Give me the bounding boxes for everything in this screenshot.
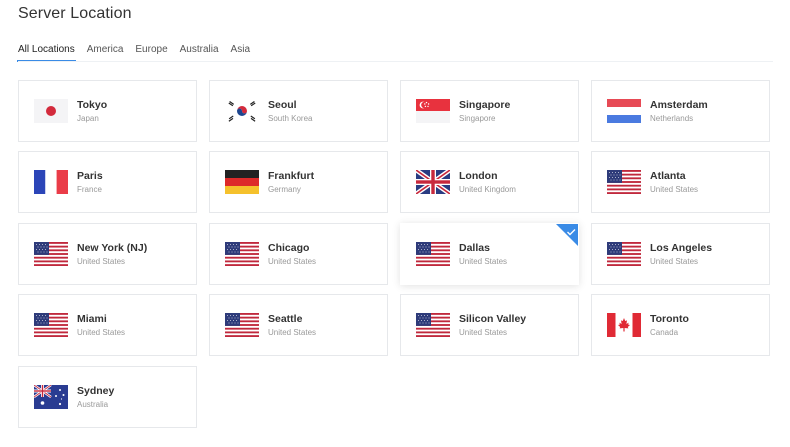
location-country: Singapore	[459, 114, 496, 123]
location-city: Amsterdam	[650, 99, 708, 111]
location-card-amsterdam[interactable]: Amsterdam Netherlands	[591, 80, 770, 142]
location-card-los-angeles[interactable]: Los Angeles United States	[591, 223, 770, 285]
location-card-dallas[interactable]: Dallas United States	[400, 223, 579, 285]
page-title: Server Location	[18, 5, 132, 22]
location-country: United States	[650, 185, 699, 194]
uk-flag-icon	[416, 170, 450, 194]
france-flag-icon	[34, 170, 68, 194]
usa-flag-icon	[416, 313, 450, 337]
location-country: United States	[268, 328, 317, 337]
location-card-paris[interactable]: Paris France	[18, 151, 197, 213]
location-city: New York (NJ)	[77, 242, 148, 254]
location-card-frankfurt[interactable]: Frankfurt Germany	[209, 151, 388, 213]
usa-flag-icon	[225, 242, 259, 266]
location-tabs: All Locations America Europe Australia A…	[17, 40, 262, 62]
location-country: Australia	[77, 400, 109, 409]
location-country: Canada	[650, 328, 679, 337]
tab-all-locations[interactable]: All Locations	[17, 40, 76, 62]
location-city: Atlanta	[650, 170, 686, 182]
location-country: France	[77, 185, 102, 194]
location-city: Silicon Valley	[459, 313, 527, 325]
location-card-seoul[interactable]: Seoul South Korea	[209, 80, 388, 142]
singapore-flag-icon	[416, 99, 450, 123]
location-card-toronto[interactable]: Toronto Canada	[591, 294, 770, 356]
usa-flag-icon	[225, 313, 259, 337]
selected-check-icon	[556, 224, 578, 246]
location-country: United States	[459, 257, 508, 266]
location-country: United States	[268, 257, 317, 266]
usa-flag-icon	[416, 242, 450, 266]
netherlands-flag-icon	[607, 99, 641, 123]
location-country: United Kingdom	[459, 185, 516, 194]
usa-flag-icon	[34, 242, 68, 266]
location-country: South Korea	[268, 114, 313, 123]
location-city: Sydney	[77, 385, 115, 397]
location-card-seattle[interactable]: Seattle United States	[209, 294, 388, 356]
location-country: United States	[650, 257, 699, 266]
tab-divider	[18, 61, 773, 62]
location-card-chicago[interactable]: Chicago United States	[209, 223, 388, 285]
location-city: London	[459, 170, 498, 182]
location-city: Frankfurt	[268, 170, 315, 182]
tab-australia[interactable]: Australia	[180, 40, 219, 62]
usa-flag-icon	[34, 313, 68, 337]
location-city: Chicago	[268, 242, 310, 254]
location-country: Germany	[268, 185, 301, 194]
location-city: Tokyo	[77, 99, 108, 111]
location-city: Toronto	[650, 313, 689, 325]
location-city: Miami	[77, 313, 107, 325]
location-country: Netherlands	[650, 114, 694, 123]
usa-flag-icon	[607, 170, 641, 194]
location-city: Paris	[77, 170, 103, 182]
location-country: Japan	[77, 114, 99, 123]
location-card-new-york-nj[interactable]: New York (NJ) United States	[18, 223, 197, 285]
australia-flag-icon	[34, 385, 68, 409]
tab-europe[interactable]: Europe	[135, 40, 167, 62]
location-card-sydney[interactable]: Sydney Australia	[18, 366, 197, 428]
location-card-london[interactable]: London United Kingdom	[400, 151, 579, 213]
location-city: Seattle	[268, 313, 303, 325]
location-country: United States	[459, 328, 508, 337]
location-city: Seoul	[268, 99, 297, 111]
south-korea-flag-icon	[225, 99, 259, 123]
location-card-miami[interactable]: Miami United States	[18, 294, 197, 356]
canada-flag-icon	[607, 313, 641, 337]
tab-america[interactable]: America	[87, 40, 124, 62]
location-card-atlanta[interactable]: Atlanta United States	[591, 151, 770, 213]
location-city: Singapore	[459, 99, 511, 111]
japan-flag-icon	[34, 99, 68, 123]
tab-asia[interactable]: Asia	[231, 40, 250, 62]
location-card-singapore[interactable]: Singapore Singapore	[400, 80, 579, 142]
germany-flag-icon	[225, 170, 259, 194]
location-country: United States	[77, 328, 126, 337]
usa-flag-icon	[607, 242, 641, 266]
location-card-tokyo[interactable]: Tokyo Japan	[18, 80, 197, 142]
location-card-silicon-valley[interactable]: Silicon Valley United States	[400, 294, 579, 356]
location-country: United States	[77, 257, 126, 266]
location-city: Los Angeles	[650, 242, 713, 254]
location-city: Dallas	[459, 242, 490, 254]
